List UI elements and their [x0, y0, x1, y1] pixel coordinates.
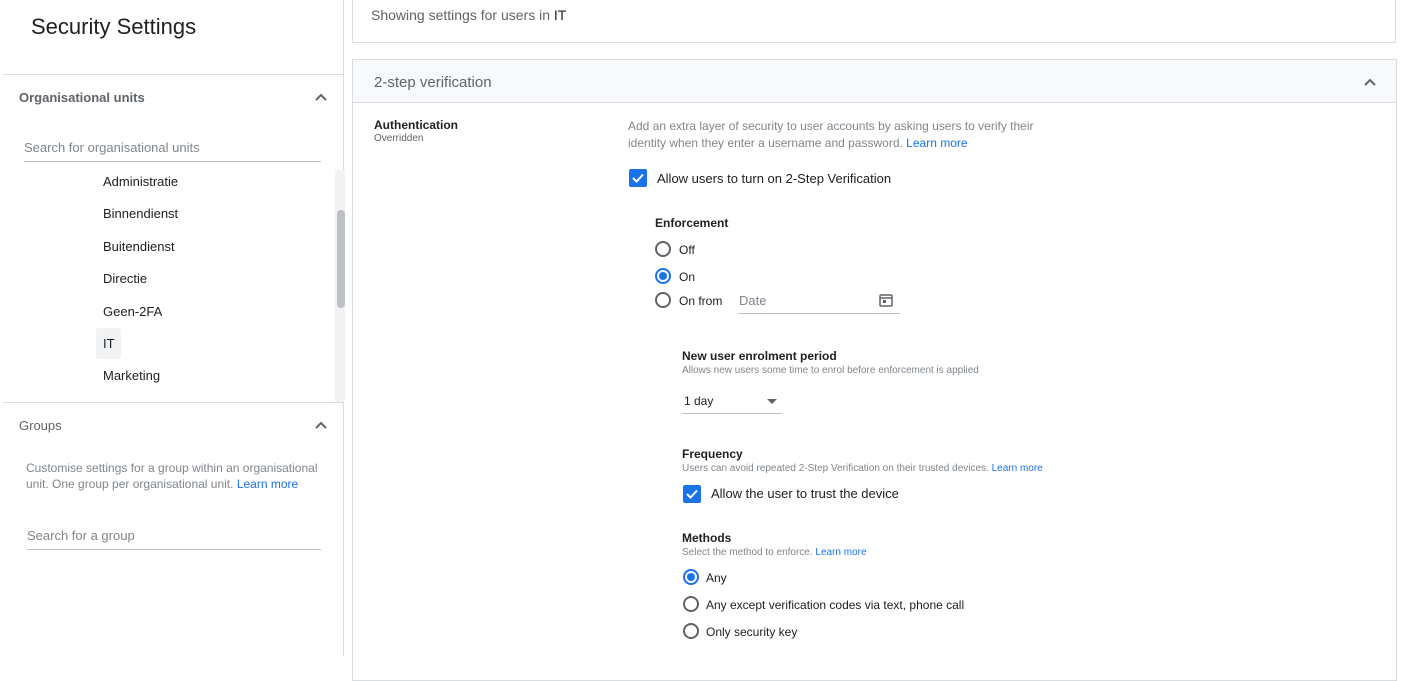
check-icon	[632, 173, 644, 183]
enforcement-on-from-radio[interactable]	[655, 292, 671, 308]
authentication-status: Overridden	[374, 133, 424, 144]
org-unit-item-selected[interactable]: IT	[103, 336, 115, 351]
chevron-up-icon[interactable]	[311, 415, 331, 435]
org-unit-item[interactable]: Directie	[103, 271, 147, 286]
allow-2sv-label: Allow users to turn on 2-Step Verificati…	[657, 171, 892, 186]
chevron-up-icon[interactable]	[311, 87, 331, 107]
banner-card: Showing settings for users in IT	[352, 0, 1396, 43]
groups-learn-more-link[interactable]: Learn more	[237, 477, 298, 491]
section-header[interactable]: 2-step verification	[353, 60, 1396, 103]
divider	[3, 402, 343, 403]
groups-header: Groups	[19, 418, 62, 433]
enforcement-on-label: On	[679, 270, 696, 284]
allow-2sv-checkbox[interactable]	[629, 169, 647, 187]
methods-title: Methods	[682, 531, 732, 545]
org-unit-item[interactable]: Administratie	[103, 174, 178, 189]
method-security-key-radio[interactable]	[683, 623, 699, 639]
method-any-label: Any	[706, 571, 727, 585]
page-title: Security Settings	[31, 14, 197, 39]
enforcement-on-radio[interactable]	[655, 268, 671, 284]
org-units-header: Organisational units	[19, 90, 145, 105]
methods-learn-more-link[interactable]: Learn more	[815, 547, 866, 558]
org-unit-item[interactable]: Binnendienst	[103, 206, 178, 221]
enforcement-off-radio[interactable]	[655, 241, 671, 257]
date-placeholder: Date	[739, 293, 767, 308]
enrolment-select[interactable]: 1 day	[682, 389, 782, 414]
calendar-icon[interactable]	[878, 292, 894, 308]
authentication-label: Authentication	[374, 118, 458, 132]
method-security-key-label: Only security key	[706, 625, 798, 639]
org-units-search-input[interactable]: Search for organisational units	[24, 140, 200, 155]
trust-device-label: Allow the user to trust the device	[711, 486, 899, 501]
method-any-except-label: Any except verification codes via text, …	[706, 598, 965, 612]
method-any-except-radio[interactable]	[683, 596, 699, 612]
group-search-input[interactable]: Search for a group	[27, 528, 135, 543]
chevron-up-icon[interactable]	[1360, 72, 1380, 92]
date-field[interactable]: Date	[738, 291, 900, 314]
enforcement-off-label: Off	[679, 243, 695, 257]
org-unit-item[interactable]: Geen-2FA	[103, 304, 162, 319]
method-any-radio[interactable]	[683, 569, 699, 585]
enrolment-title: New user enrolment period	[682, 349, 837, 363]
divider	[3, 74, 343, 75]
methods-description: Select the method to enforce. Learn more	[682, 547, 867, 558]
frequency-learn-more-link[interactable]: Learn more	[992, 463, 1043, 474]
enforcement-on-from-label: On from	[679, 294, 723, 308]
authentication-learn-more-link[interactable]: Learn more	[906, 136, 967, 150]
dropdown-arrow-icon	[767, 399, 777, 404]
search-underline	[24, 161, 321, 162]
check-icon	[686, 489, 698, 499]
authentication-description: Add an extra layer of security to user a…	[628, 119, 1034, 150]
enrolment-description: Allows new users some time to enrol befo…	[682, 365, 979, 376]
trust-device-checkbox[interactable]	[683, 485, 701, 503]
groups-description: Customise settings for a group within an…	[26, 461, 318, 491]
frequency-title: Frequency	[682, 447, 743, 461]
org-unit-item[interactable]: Marketing	[103, 368, 160, 383]
banner-unit: IT	[553, 7, 567, 23]
sidebar: Security Settings Organisational units S…	[3, 0, 345, 656]
org-unit-item[interactable]: Buitendienst	[103, 239, 175, 254]
frequency-description: Users can avoid repeated 2-Step Verifica…	[682, 463, 1043, 474]
enforcement-title: Enforcement	[655, 216, 729, 230]
banner-text: Showing settings for users in IT	[371, 7, 567, 23]
enrolment-value: 1 day	[684, 394, 714, 408]
scrollbar-thumb[interactable]	[337, 210, 345, 308]
section-title: 2-step verification	[374, 74, 492, 91]
search-underline	[27, 549, 321, 550]
settings-card: 2-step verification Authentication Overr…	[352, 59, 1397, 681]
